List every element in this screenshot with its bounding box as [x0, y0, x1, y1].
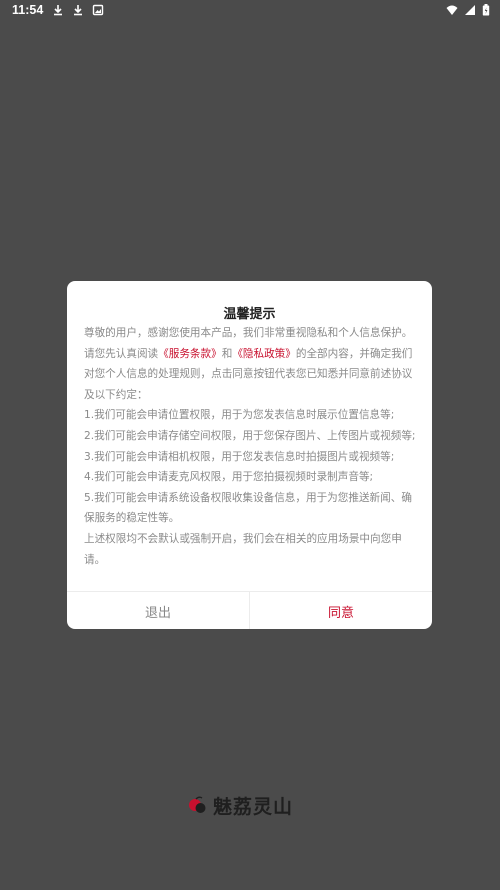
permission-item: 1.我们可能会申请位置权限，用于为您发表信息时展示位置信息等; — [84, 409, 395, 422]
download-icon — [74, 5, 82, 16]
dialog-title: 温馨提示 — [223, 307, 276, 322]
agree-button[interactable]: 同意 — [250, 592, 432, 629]
status-bar: 11:54 — [0, 0, 500, 22]
download-icon — [54, 5, 62, 16]
lychee-logo-icon — [189, 796, 206, 813]
permission-item: 2.我们可能会申请存储空间权限，用于您保存图片、上传图片或视频等; — [84, 429, 416, 442]
dialog-button-row: 退出 同意 — [67, 591, 432, 629]
gallery-notification-icon — [92, 4, 104, 16]
cell-signal-icon — [465, 5, 475, 15]
permission-item: 4.我们可能会申请麦克风权限，用于您拍摄视频时录制声音等; — [84, 471, 374, 484]
terms-link[interactable]: 《服务条款》 — [158, 348, 222, 360]
permission-item: 5.我们可能会申请系统设备权限收集设备信息，用于为您推送新闻、确保服务的稳定性等… — [84, 491, 412, 525]
permission-item: 3.我们可能会申请相机权限，用于您发表信息时拍摄图片或视频等; — [84, 450, 395, 463]
notification-icons — [52, 4, 104, 16]
dialog-body[interactable]: 尊敬的用户，感谢您使用本产品，我们非常重视隐私和个人信息保护。请您先认真阅读《服… — [84, 323, 417, 580]
exit-button[interactable]: 退出 — [67, 592, 250, 629]
wifi-icon — [446, 5, 458, 15]
permission-note: 上述权限均不会默认或强制开启，我们会在相关的应用场景中向您申请。 — [84, 532, 402, 566]
battery-icon — [482, 4, 490, 16]
privacy-dialog: 温馨提示 尊敬的用户，感谢您使用本产品，我们非常重视隐私和个人信息保护。请您先认… — [67, 281, 432, 629]
and-text: 和 — [221, 347, 233, 360]
system-icons — [446, 4, 490, 16]
brand-footer: 魅荔灵山 — [187, 792, 293, 819]
status-time: 11:54 — [12, 3, 44, 17]
privacy-link[interactable]: 《隐私政策》 — [232, 348, 296, 360]
intro-paragraph: 尊敬的用户，感谢您使用本产品，我们非常重视隐私和个人信息保护。请您先认真阅读《服… — [84, 323, 417, 405]
brand-name: 魅荔灵山 — [213, 796, 294, 818]
